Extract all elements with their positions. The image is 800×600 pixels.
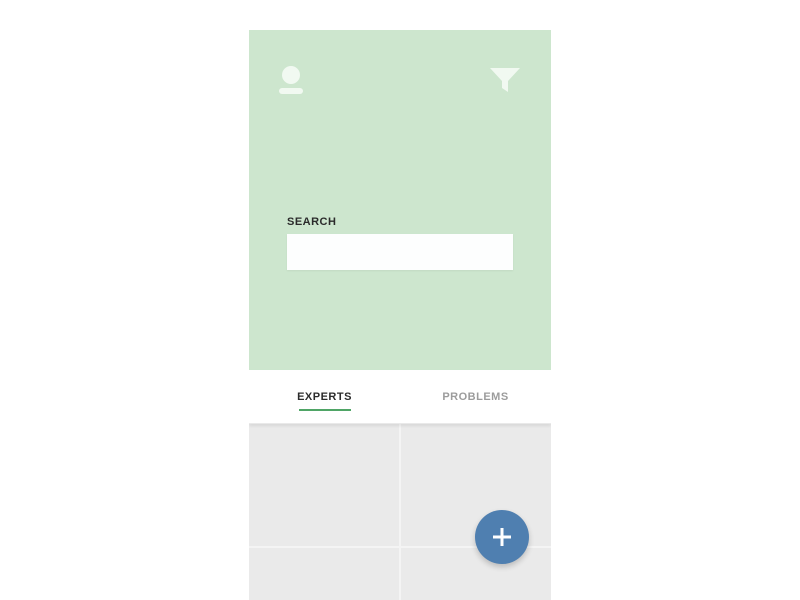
search-label: SEARCH xyxy=(279,216,521,228)
hero-panel: SEARCH xyxy=(249,30,551,370)
tab-experts[interactable]: EXPERTS xyxy=(249,370,400,423)
app-frame: SEARCH EXPERTS PROBLEMS xyxy=(249,30,551,600)
filter-icon[interactable] xyxy=(489,66,521,94)
grid-divider xyxy=(399,424,401,600)
search-input[interactable] xyxy=(287,234,513,270)
hero-top-bar xyxy=(279,60,521,100)
profile-icon-base xyxy=(279,88,303,94)
search-section: SEARCH xyxy=(279,216,521,270)
tab-problems[interactable]: PROBLEMS xyxy=(400,370,551,423)
plus-icon xyxy=(492,527,512,547)
grid-cell[interactable] xyxy=(401,546,551,600)
grid-cell[interactable] xyxy=(249,546,399,600)
add-button[interactable] xyxy=(475,510,529,564)
profile-icon-head xyxy=(282,66,300,84)
profile-icon[interactable] xyxy=(279,66,303,94)
tab-bar: EXPERTS PROBLEMS xyxy=(249,370,551,424)
grid-cell[interactable] xyxy=(249,424,399,544)
